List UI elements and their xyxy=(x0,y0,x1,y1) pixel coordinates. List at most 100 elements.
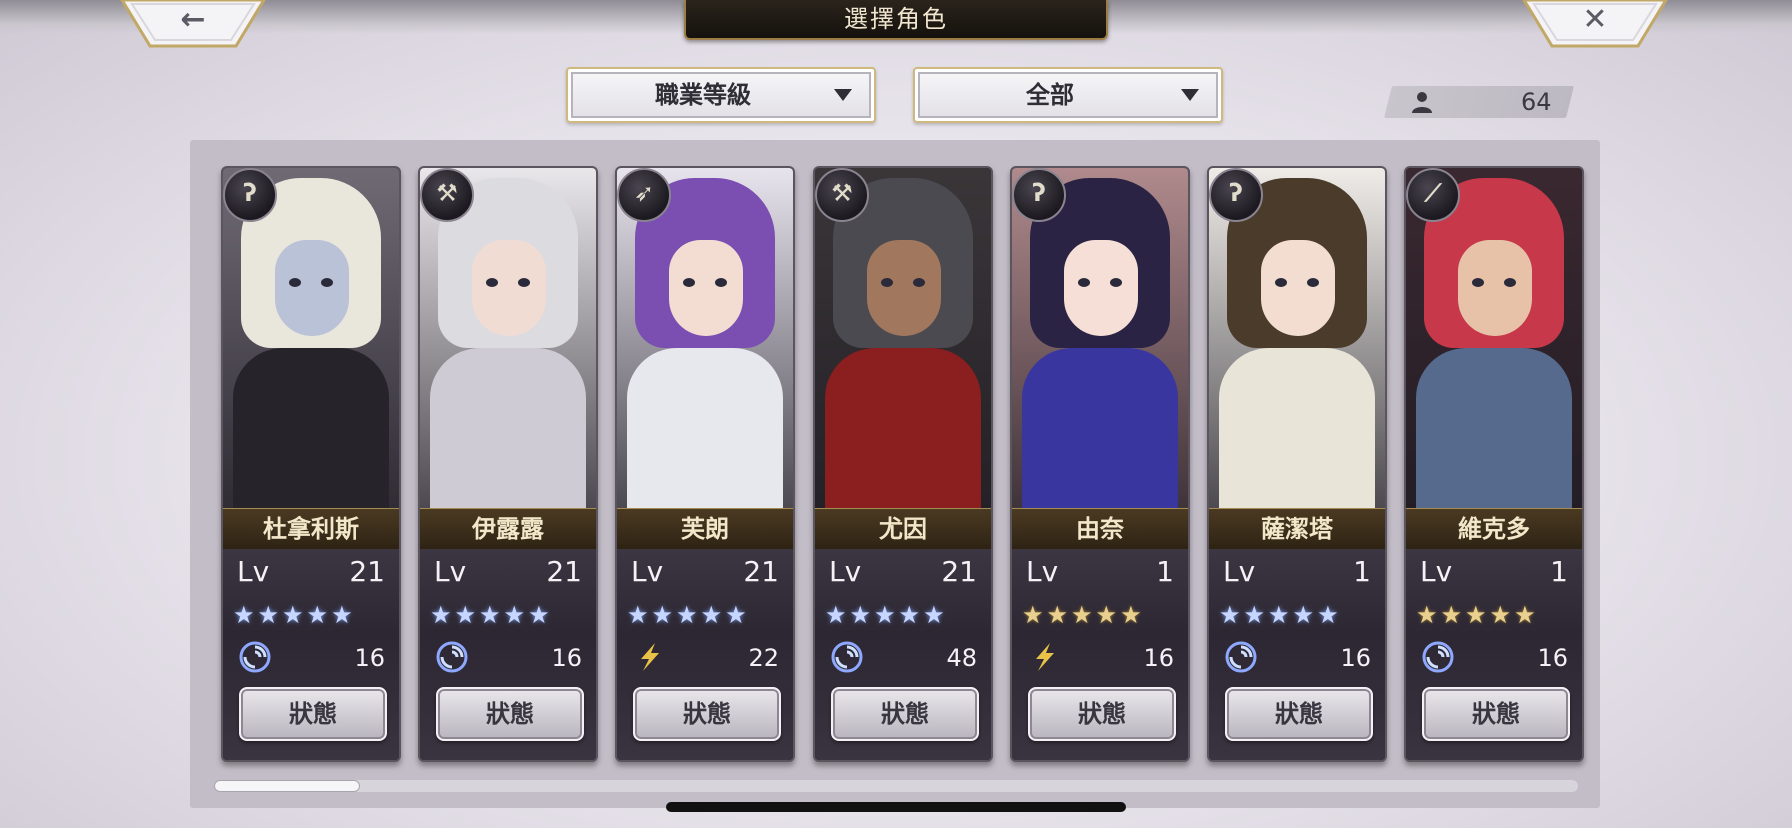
portrait-face xyxy=(1261,240,1335,336)
portrait-eye xyxy=(683,278,695,287)
character-card[interactable]: ⚒ 伊露露 Lv 21 ★★★★★ 16 狀態 xyxy=(418,166,598,762)
wind-swirl-icon xyxy=(1225,641,1257,673)
sword-icon: ⟋ xyxy=(1406,168,1460,222)
status-button-label: 狀態 xyxy=(881,700,929,728)
character-name-bar: 尤因 xyxy=(815,508,991,550)
status-button[interactable]: 狀態 xyxy=(1028,687,1176,741)
character-card[interactable]: ʔ 薩潔塔 Lv 1 ★★★★★ 16 狀態 xyxy=(1207,166,1387,762)
status-button[interactable]: 狀態 xyxy=(436,687,584,741)
portrait-body xyxy=(233,348,389,508)
wind-swirl-icon xyxy=(1422,641,1454,673)
character-name-bar: 薩潔塔 xyxy=(1209,508,1385,550)
star-rating: ★★★★★ xyxy=(1219,601,1342,629)
home-indicator[interactable] xyxy=(666,802,1126,812)
character-name: 維克多 xyxy=(1458,514,1530,543)
portrait-eye xyxy=(1472,278,1484,287)
status-button-label: 狀態 xyxy=(1275,700,1323,728)
character-info: Lv 21 ★★★★★ 16 狀態 xyxy=(420,549,596,760)
staff-icon: ʔ xyxy=(1209,168,1263,222)
status-button-label: 狀態 xyxy=(1078,700,1126,728)
star-rating: ★★★★★ xyxy=(1416,601,1539,629)
staff-icon: ʔ xyxy=(223,168,277,222)
arrow-icon: ➶ xyxy=(617,168,671,222)
character-name-bar: 由奈 xyxy=(1012,508,1188,550)
character-name: 杜拿利斯 xyxy=(263,514,359,543)
status-button[interactable]: 狀態 xyxy=(239,687,387,741)
level-value: 1 xyxy=(1550,555,1568,588)
character-name: 由奈 xyxy=(1076,514,1124,543)
close-button[interactable]: ✕ xyxy=(1520,0,1670,50)
character-name: 伊露露 xyxy=(472,514,544,543)
character-info: Lv 21 ★★★★★ 22 狀態 xyxy=(617,549,793,760)
level-value: 1 xyxy=(1353,555,1371,588)
portrait-face xyxy=(867,240,941,336)
lightning-icon xyxy=(641,643,659,671)
star-rating: ★★★★★ xyxy=(825,601,948,629)
status-button-label: 狀態 xyxy=(486,700,534,728)
character-count: 64 xyxy=(1384,86,1574,118)
level-label: Lv xyxy=(1420,555,1453,588)
star-rating: ★★★★★ xyxy=(627,601,750,629)
character-count-value: 64 xyxy=(1521,88,1552,116)
page-title: 選擇角色 xyxy=(844,5,948,33)
wind-swirl-icon xyxy=(831,641,863,673)
character-card[interactable]: ⟋ 維克多 Lv 1 ★★★★★ 16 狀態 xyxy=(1404,166,1584,762)
portrait-eye xyxy=(486,278,498,287)
level-value: 21 xyxy=(349,555,385,588)
character-info: Lv 1 ★★★★★ 16 狀態 xyxy=(1406,549,1582,760)
status-button[interactable]: 狀態 xyxy=(831,687,979,741)
character-info: Lv 21 ★★★★★ 16 狀態 xyxy=(223,549,399,760)
chevron-down-icon xyxy=(834,89,852,101)
element-value: 16 xyxy=(1537,644,1568,672)
level-label: Lv xyxy=(237,555,270,588)
filter-dropdown-label: 全部 xyxy=(1026,81,1074,109)
element-value: 16 xyxy=(1143,644,1174,672)
character-card[interactable]: ⚒ 尤因 Lv 21 ★★★★★ 48 狀態 xyxy=(813,166,993,762)
staff-icon: ʔ xyxy=(1012,168,1066,222)
portrait-eye xyxy=(913,278,925,287)
character-name: 芙朗 xyxy=(681,514,729,543)
sort-dropdown[interactable]: 職業等級 xyxy=(566,67,876,123)
character-name-bar: 杜拿利斯 xyxy=(223,508,399,550)
portrait-eye xyxy=(1110,278,1122,287)
wind-swirl-icon xyxy=(239,641,271,673)
status-button[interactable]: 狀態 xyxy=(633,687,781,741)
level-label: Lv xyxy=(829,555,862,588)
portrait-body xyxy=(1022,348,1178,508)
status-button[interactable]: 狀態 xyxy=(1422,687,1570,741)
user-icon xyxy=(1412,92,1432,113)
character-info: Lv 1 ★★★★★ 16 狀態 xyxy=(1209,549,1385,760)
character-name: 尤因 xyxy=(879,514,927,543)
portrait-face xyxy=(1458,240,1532,336)
portrait-eye xyxy=(321,278,333,287)
sort-dropdown-label: 職業等級 xyxy=(655,81,751,109)
character-card[interactable]: ʔ 由奈 Lv 1 ★★★★★ 16 狀態 xyxy=(1010,166,1190,762)
element-value: 16 xyxy=(551,644,582,672)
character-card[interactable]: ➶ 芙朗 Lv 21 ★★★★★ 22 狀態 xyxy=(615,166,795,762)
horizontal-scrollbar[interactable] xyxy=(214,780,1578,792)
level-label: Lv xyxy=(1026,555,1059,588)
filter-dropdown[interactable]: 全部 xyxy=(913,67,1223,123)
back-arrow-icon: ← xyxy=(180,2,206,37)
status-button-label: 狀態 xyxy=(1472,700,1520,728)
portrait-face xyxy=(472,240,546,336)
portrait-face xyxy=(275,240,349,336)
portrait-body xyxy=(825,348,981,508)
hammer-icon: ⚒ xyxy=(815,168,869,222)
status-button-label: 狀態 xyxy=(683,700,731,728)
portrait-eye xyxy=(1275,278,1287,287)
level-value: 1 xyxy=(1156,555,1174,588)
portrait-eye xyxy=(1078,278,1090,287)
back-button[interactable]: ← xyxy=(118,0,268,50)
portrait-eye xyxy=(1307,278,1319,287)
portrait-eye xyxy=(715,278,727,287)
portrait-body xyxy=(430,348,586,508)
status-button[interactable]: 狀態 xyxy=(1225,687,1373,741)
character-name: 薩潔塔 xyxy=(1261,514,1333,543)
chevron-down-icon xyxy=(1181,89,1199,101)
status-button-label: 狀態 xyxy=(289,700,337,728)
level-value: 21 xyxy=(941,555,977,588)
character-card[interactable]: ʔ 杜拿利斯 Lv 21 ★★★★★ 16 狀態 xyxy=(221,166,401,762)
close-icon: ✕ xyxy=(1582,2,1608,37)
scrollbar-thumb[interactable] xyxy=(214,780,360,792)
